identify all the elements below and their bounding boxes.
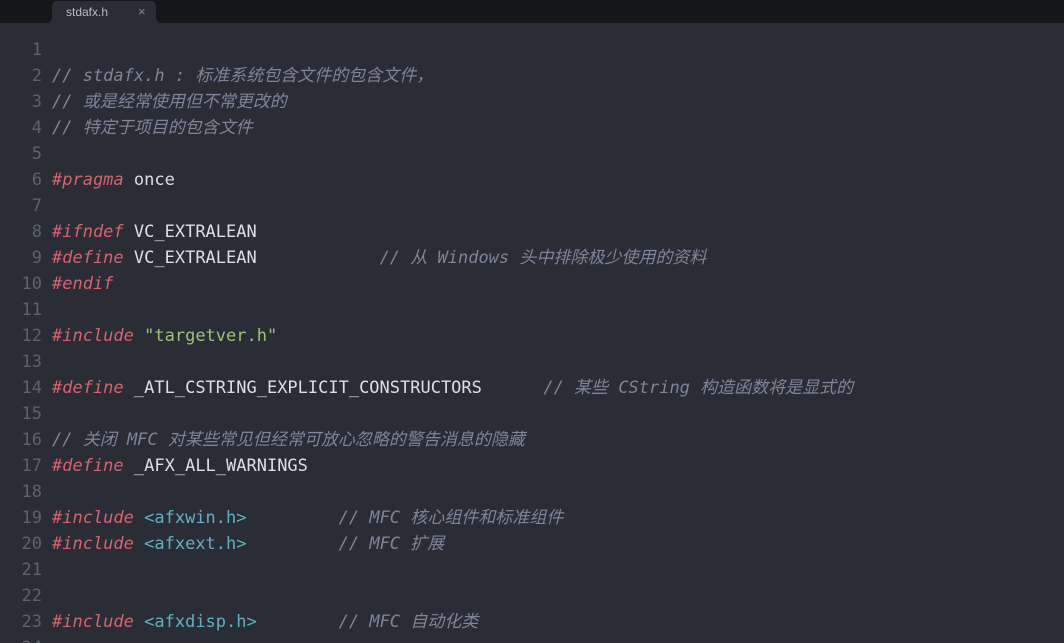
- code-line: [52, 479, 1064, 505]
- line-number: 14: [0, 375, 52, 401]
- line-number: 3: [0, 89, 52, 115]
- line-number: 4: [0, 115, 52, 141]
- line-number: 8: [0, 219, 52, 245]
- line-number: 1: [0, 37, 52, 63]
- line-number: 7: [0, 193, 52, 219]
- code-line: [52, 37, 1064, 63]
- code-line: [52, 635, 1064, 643]
- code-line: #include <afxext.h> // MFC 扩展: [52, 531, 1064, 557]
- code-line: [52, 193, 1064, 219]
- line-number: 12: [0, 323, 52, 349]
- line-number: 2: [0, 63, 52, 89]
- code-line: #define VC_EXTRALEAN // 从 Windows 头中排除极少…: [52, 245, 1064, 271]
- line-number: 11: [0, 297, 52, 323]
- code-line: #define _AFX_ALL_WARNINGS: [52, 453, 1064, 479]
- code-line: [52, 297, 1064, 323]
- code-line: // 或是经常使用但不常更改的: [52, 89, 1064, 115]
- line-number: 23: [0, 609, 52, 635]
- tab-bar: stdafx.h ×: [0, 0, 1064, 23]
- code-line: // 特定于项目的包含文件: [52, 115, 1064, 141]
- line-number: 16: [0, 427, 52, 453]
- code-line: #ifndef VC_EXTRALEAN: [52, 219, 1064, 245]
- code-line: [52, 141, 1064, 167]
- code-line: #include <afxwin.h> // MFC 核心组件和标准组件: [52, 505, 1064, 531]
- line-number: 20: [0, 531, 52, 557]
- close-icon[interactable]: ×: [138, 0, 146, 25]
- code-line: [52, 557, 1064, 583]
- line-number: 13: [0, 349, 52, 375]
- code-line: [52, 349, 1064, 375]
- code-area[interactable]: // stdafx.h : 标准系统包含文件的包含文件，// 或是经常使用但不常…: [52, 23, 1064, 643]
- line-number: 15: [0, 401, 52, 427]
- code-line: [52, 401, 1064, 427]
- code-line: #include "targetver.h": [52, 323, 1064, 349]
- tab-label: stdafx.h: [66, 0, 108, 25]
- code-line: [52, 583, 1064, 609]
- code-line: #pragma once: [52, 167, 1064, 193]
- line-number: 24: [0, 635, 52, 643]
- line-number: 9: [0, 245, 52, 271]
- code-line: #define _ATL_CSTRING_EXPLICIT_CONSTRUCTO…: [52, 375, 1064, 401]
- line-number-gutter: 123456789101112131415161718192021222324: [0, 23, 52, 643]
- code-line: #endif: [52, 271, 1064, 297]
- line-number: 17: [0, 453, 52, 479]
- editor[interactable]: 123456789101112131415161718192021222324 …: [0, 23, 1064, 643]
- line-number: 22: [0, 583, 52, 609]
- line-number: 6: [0, 167, 52, 193]
- line-number: 18: [0, 479, 52, 505]
- line-number: 10: [0, 271, 52, 297]
- line-number: 5: [0, 141, 52, 167]
- line-number: 19: [0, 505, 52, 531]
- code-line: // stdafx.h : 标准系统包含文件的包含文件，: [52, 63, 1064, 89]
- code-line: #include <afxdisp.h> // MFC 自动化类: [52, 609, 1064, 635]
- line-number: 21: [0, 557, 52, 583]
- tab-stdafx[interactable]: stdafx.h ×: [52, 1, 156, 23]
- code-line: // 关闭 MFC 对某些常见但经常可放心忽略的警告消息的隐藏: [52, 427, 1064, 453]
